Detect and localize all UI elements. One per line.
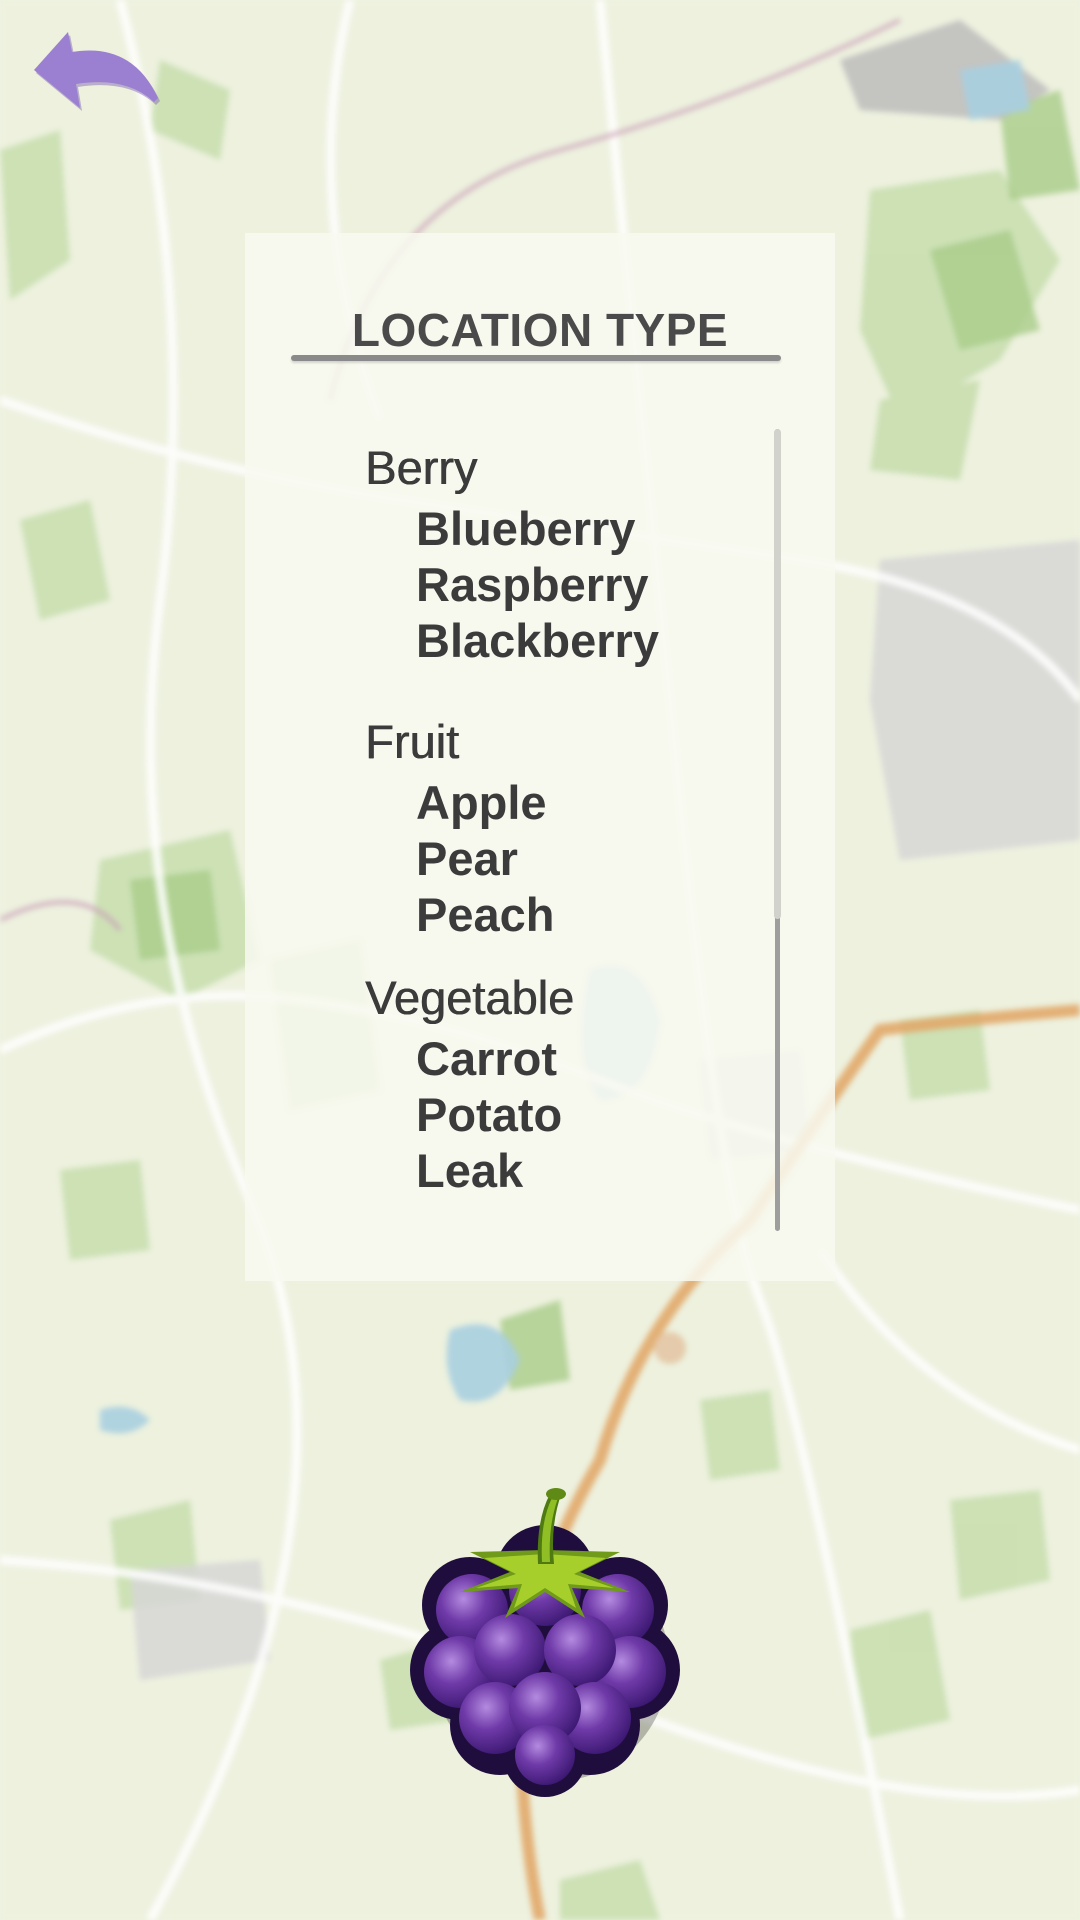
list-item-peach[interactable]: Peach — [416, 887, 554, 942]
list-item-blueberry[interactable]: Blueberry — [416, 501, 635, 556]
location-type-list: Berry Blueberry Raspberry Blackberry Fru… — [245, 233, 835, 1281]
list-item-leak[interactable]: Leak — [416, 1143, 523, 1198]
back-arrow-icon — [34, 32, 160, 111]
blackberry-icon — [410, 1488, 680, 1797]
category-vegetable[interactable]: Vegetable — [365, 970, 574, 1025]
list-item-raspberry[interactable]: Raspberry — [416, 557, 649, 612]
category-fruit[interactable]: Fruit — [365, 714, 459, 769]
back-button[interactable] — [28, 24, 168, 114]
list-item-pear[interactable]: Pear — [416, 831, 518, 886]
selected-location-icon[interactable] — [400, 1480, 690, 1800]
screen: LOCATION TYPE Berry Blueberry Raspberry … — [0, 0, 1080, 1920]
list-item-apple[interactable]: Apple — [416, 775, 547, 830]
category-berry[interactable]: Berry — [365, 440, 477, 495]
scrollbar-thumb[interactable] — [774, 429, 781, 919]
list-item-carrot[interactable]: Carrot — [416, 1031, 557, 1086]
list-item-potato[interactable]: Potato — [416, 1087, 562, 1142]
location-type-panel: LOCATION TYPE Berry Blueberry Raspberry … — [245, 233, 835, 1281]
list-item-blackberry[interactable]: Blackberry — [416, 613, 659, 668]
